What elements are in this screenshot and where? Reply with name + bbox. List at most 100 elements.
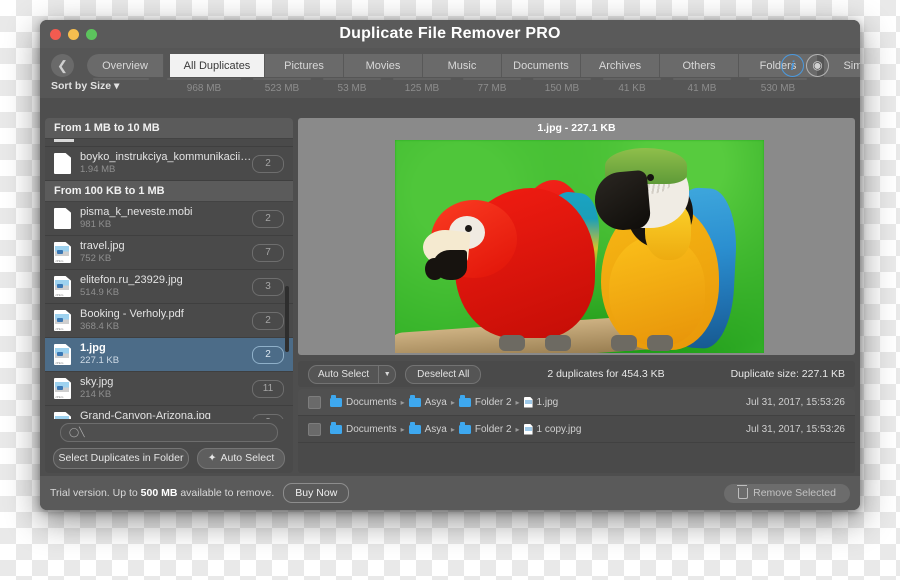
file-date: Jul 31, 2017, 15:53:26 (746, 423, 845, 435)
tab-music[interactable]: Music (423, 54, 502, 77)
file-icon (523, 396, 533, 408)
file-size: 368.4 KB (80, 321, 120, 332)
footer-bar: Trial version. Up to 500 MB available to… (40, 476, 860, 510)
tab-movies[interactable]: Movies (344, 54, 423, 77)
duplicates-summary: 2 duplicates for 454.3 KB (547, 368, 665, 380)
select-duplicates-in-folder-button[interactable]: Select Duplicates in Folder (53, 447, 189, 469)
chevron-right-icon: ▸ (400, 424, 405, 434)
list-item[interactable]: boyko_instrukciya_kommunikacii.mobi 1.94… (45, 147, 293, 181)
preview-title: 1.jpg - 227.1 KB (537, 122, 616, 134)
sidebar-scrollbar[interactable] (285, 286, 289, 352)
file-size: 514.9 KB (80, 287, 120, 298)
tab-size-folders: 41 MB (667, 78, 737, 94)
rss-icon[interactable]: ◉ (806, 54, 829, 77)
trial-suffix: available to remove. (177, 487, 275, 499)
tab-documents[interactable]: Documents (502, 54, 581, 77)
buy-now-button[interactable]: Buy Now (283, 483, 350, 503)
breadcrumb: Documents ▸ Asya ▸ Folder 2 ▸ 1 copy.jpg (330, 422, 746, 435)
list-item[interactable]: JPEG Booking - Verholy.pdf 368.4 KB 2 (45, 304, 293, 338)
file-name[interactable]: 1 copy.jpg (537, 424, 582, 435)
list-item[interactable]: pisma_k_neveste.mobi 981 KB 2 (45, 202, 293, 236)
chevron-right-icon: ▸ (450, 424, 455, 434)
file-size: 981 KB (80, 219, 112, 230)
file-icon (523, 423, 533, 435)
file-list[interactable]: From 1 MB to 10 MB boyko_instrukciya_kom… (45, 118, 293, 419)
deselect-all-button[interactable]: Deselect All (405, 364, 482, 384)
search-icon: ◯╲ (69, 426, 85, 437)
tab-pictures[interactable]: Pictures (265, 54, 344, 77)
tab-size-all-duplicates: 968 MB (161, 78, 247, 94)
list-item-selected[interactable]: JPEG 1.jpg 227.1 KB 2 (45, 338, 293, 372)
breadcrumb-segment[interactable]: Folder 2 (475, 397, 512, 408)
list-item[interactable]: JPEG sky.jpg 214 KB 11 (45, 372, 293, 406)
folder-icon (330, 422, 342, 434)
group-header: From 100 KB to 1 MB (45, 181, 293, 202)
duplicate-count: 11 (252, 379, 284, 398)
tab-size-music: 125 MB (387, 78, 457, 94)
preview-image[interactable] (395, 140, 764, 353)
chevron-right-icon: ▸ (515, 424, 520, 434)
file-name: Booking - Verholy.pdf (80, 308, 184, 320)
image-file-icon: JPEG (54, 276, 71, 297)
tab-others[interactable]: Others (660, 54, 739, 77)
tab-size-documents: 77 MB (457, 78, 527, 94)
remove-selected-button[interactable]: Remove Selected (724, 483, 850, 503)
title-bar: Duplicate File Remover PRO (40, 20, 860, 48)
duplicate-count: 2 (252, 209, 284, 228)
file-name[interactable]: 1.jpg (537, 397, 559, 408)
duplicate-size-label: Duplicate size: 227.1 KB (730, 368, 845, 380)
chevron-right-icon: ▸ (515, 397, 520, 407)
group-header: From 1 MB to 10 MB (45, 118, 293, 139)
list-item[interactable]: JPEG elitefon.ru_23929.jpg 514.9 KB 3 (45, 270, 293, 304)
file-size: 214 KB (80, 389, 112, 400)
tab-similars[interactable]: Similars (824, 54, 860, 77)
image-file-icon: JPEG (54, 344, 71, 365)
folder-icon (408, 395, 421, 407)
file-size: 1.94 MB (80, 164, 116, 175)
file-name: Grand-Canyon-Arizona.jpg (80, 410, 211, 419)
breadcrumb-segment[interactable]: Folder 2 (475, 424, 512, 435)
app-window: Duplicate File Remover PRO ❮ Overview Al… (40, 20, 860, 510)
tab-size-archives: 150 MB (527, 78, 597, 94)
file-size: 227.1 KB (80, 355, 120, 366)
info-icon[interactable]: i (781, 54, 804, 77)
folder-icon (408, 422, 421, 434)
tab-archives[interactable]: Archives (581, 54, 660, 77)
auto-select-split-button[interactable]: Auto Select ▼ (308, 364, 397, 384)
file-name: elitefon.ru_23929.jpg (80, 274, 183, 286)
search-input[interactable] (88, 425, 269, 439)
chevron-right-icon: ▸ (400, 397, 405, 407)
chevron-down-icon[interactable]: ▼ (378, 365, 395, 383)
chevron-left-icon[interactable]: ❮ (51, 54, 74, 77)
list-item[interactable]: JPEG Grand-Canyon-Arizona.jpg 152.9 KB 2 (45, 406, 293, 419)
content-area: From 1 MB to 10 MB boyko_instrukciya_kom… (40, 98, 860, 476)
breadcrumb-segment[interactable]: Documents (346, 397, 397, 408)
row-checkbox[interactable] (308, 422, 321, 436)
image-file-icon: JPEG (54, 242, 71, 263)
duplicate-count: 7 (252, 243, 284, 262)
toolbar: ❮ Overview All Duplicates Pictures Movie… (40, 48, 860, 98)
table-row[interactable]: Documents ▸ Asya ▸ Folder 2 ▸ 1.jpg Jul … (298, 389, 855, 416)
table-row[interactable]: Documents ▸ Asya ▸ Folder 2 ▸ 1 copy.jpg… (298, 416, 855, 443)
trial-message: Trial version. Up to 500 MB available to… (50, 487, 274, 499)
duplicate-count: 3 (252, 277, 284, 296)
duplicate-actions-bar: Auto Select ▼ Deselect All 2 duplicates … (298, 361, 855, 387)
tab-all-duplicates[interactable]: All Duplicates (170, 54, 265, 77)
file-sidebar: From 1 MB to 10 MB boyko_instrukciya_kom… (45, 118, 293, 473)
file-date: Jul 31, 2017, 15:53:26 (746, 396, 845, 408)
duplicate-count: 2 (252, 345, 284, 364)
search-field[interactable]: ◯╲ (60, 422, 278, 442)
document-icon (54, 153, 71, 174)
breadcrumb-segment[interactable]: Asya (425, 424, 447, 435)
duplicate-count: 2 (252, 154, 284, 173)
auto-select-button[interactable]: ✦ Auto Select (197, 447, 285, 469)
breadcrumb-segment[interactable]: Asya (425, 397, 447, 408)
row-checkbox[interactable] (308, 395, 321, 409)
breadcrumb-segment[interactable]: Documents (346, 424, 397, 435)
auto-select-label: Auto Select (318, 368, 370, 380)
list-item[interactable]: JPEG travel.jpg 752 KB 7 (45, 236, 293, 270)
file-name: 1.jpg (80, 342, 106, 354)
trial-prefix: Trial version. Up to (50, 487, 141, 499)
tab-overview[interactable]: Overview (87, 54, 164, 77)
app-title: Duplicate File Remover PRO (339, 25, 561, 42)
